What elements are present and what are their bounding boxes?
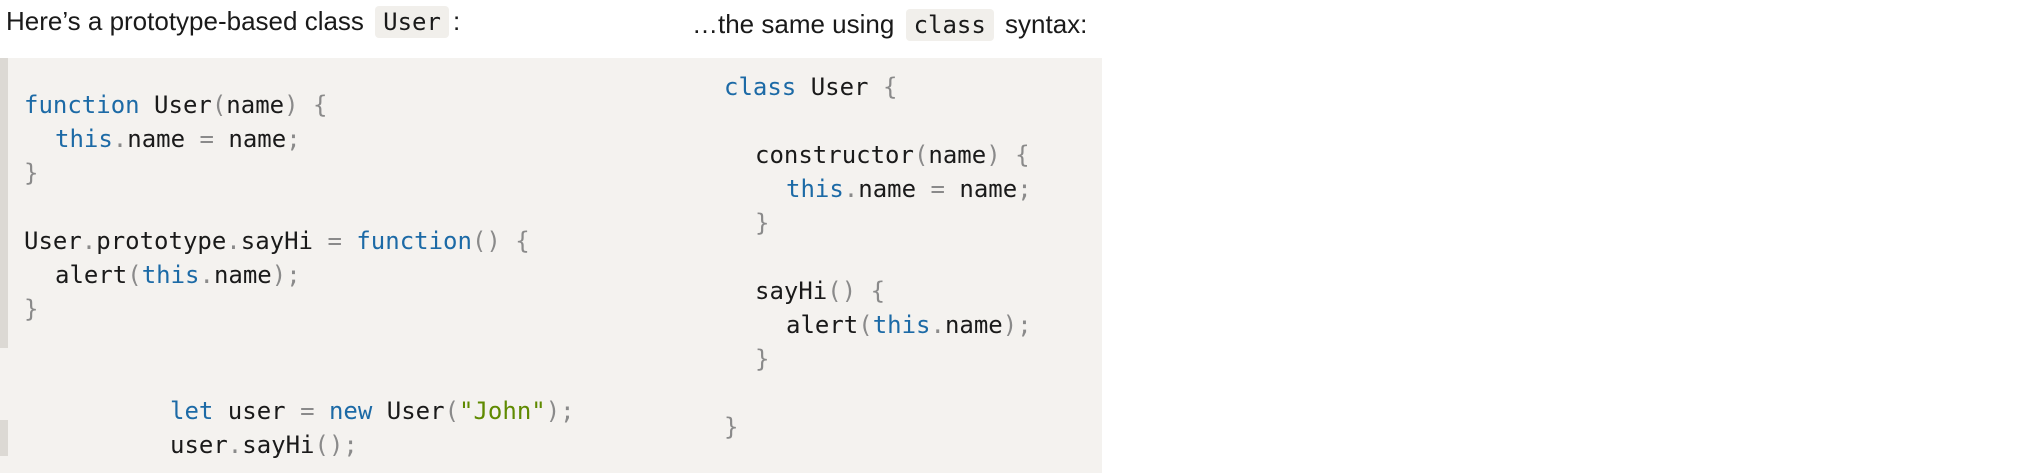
left-code-gutter-bar: [0, 58, 8, 348]
left-code-line-2: this.name = name;: [55, 125, 301, 153]
right-code-line-7: }: [755, 345, 770, 373]
right-caption-suffix: syntax:: [997, 9, 1088, 39]
left-code-line-7: let user = new User("John");: [170, 397, 575, 425]
left-code-line-5: alert(this.name);: [55, 261, 301, 289]
right-caption-code: class: [905, 9, 994, 41]
right-code-line-6: alert(this.name);: [786, 311, 1032, 339]
left-code-line-3: }: [24, 159, 39, 187]
left-code-line-8: user.sayHi();: [170, 431, 358, 459]
right-code-line-1: class User {: [724, 73, 898, 101]
right-code-line-3: this.name = name;: [786, 175, 1032, 203]
left-caption: Here’s a prototype-based class User:: [6, 3, 460, 40]
code-panel: function User(name) { this.name = name; …: [0, 58, 1102, 473]
right-code-line-4: }: [755, 209, 770, 237]
left-caption-suffix: :: [452, 6, 461, 36]
left-caption-code: User: [375, 6, 449, 38]
left-caption-text: Here’s a prototype-based class: [6, 6, 372, 36]
left-code-line-6: }: [24, 295, 39, 323]
right-code-line-8: }: [724, 413, 739, 441]
right-caption: …the same using class syntax:: [692, 6, 1087, 43]
left-code-line-4: User.prototype.sayHi = function() {: [24, 227, 530, 255]
right-code-line-2: constructor(name) {: [755, 141, 1030, 169]
right-caption-text: …the same using: [692, 9, 902, 39]
left-code-line-1: function User(name) {: [24, 91, 328, 119]
right-code-line-5: sayHi() {: [755, 277, 886, 305]
left-code-gutter-bar-2: [0, 420, 8, 456]
